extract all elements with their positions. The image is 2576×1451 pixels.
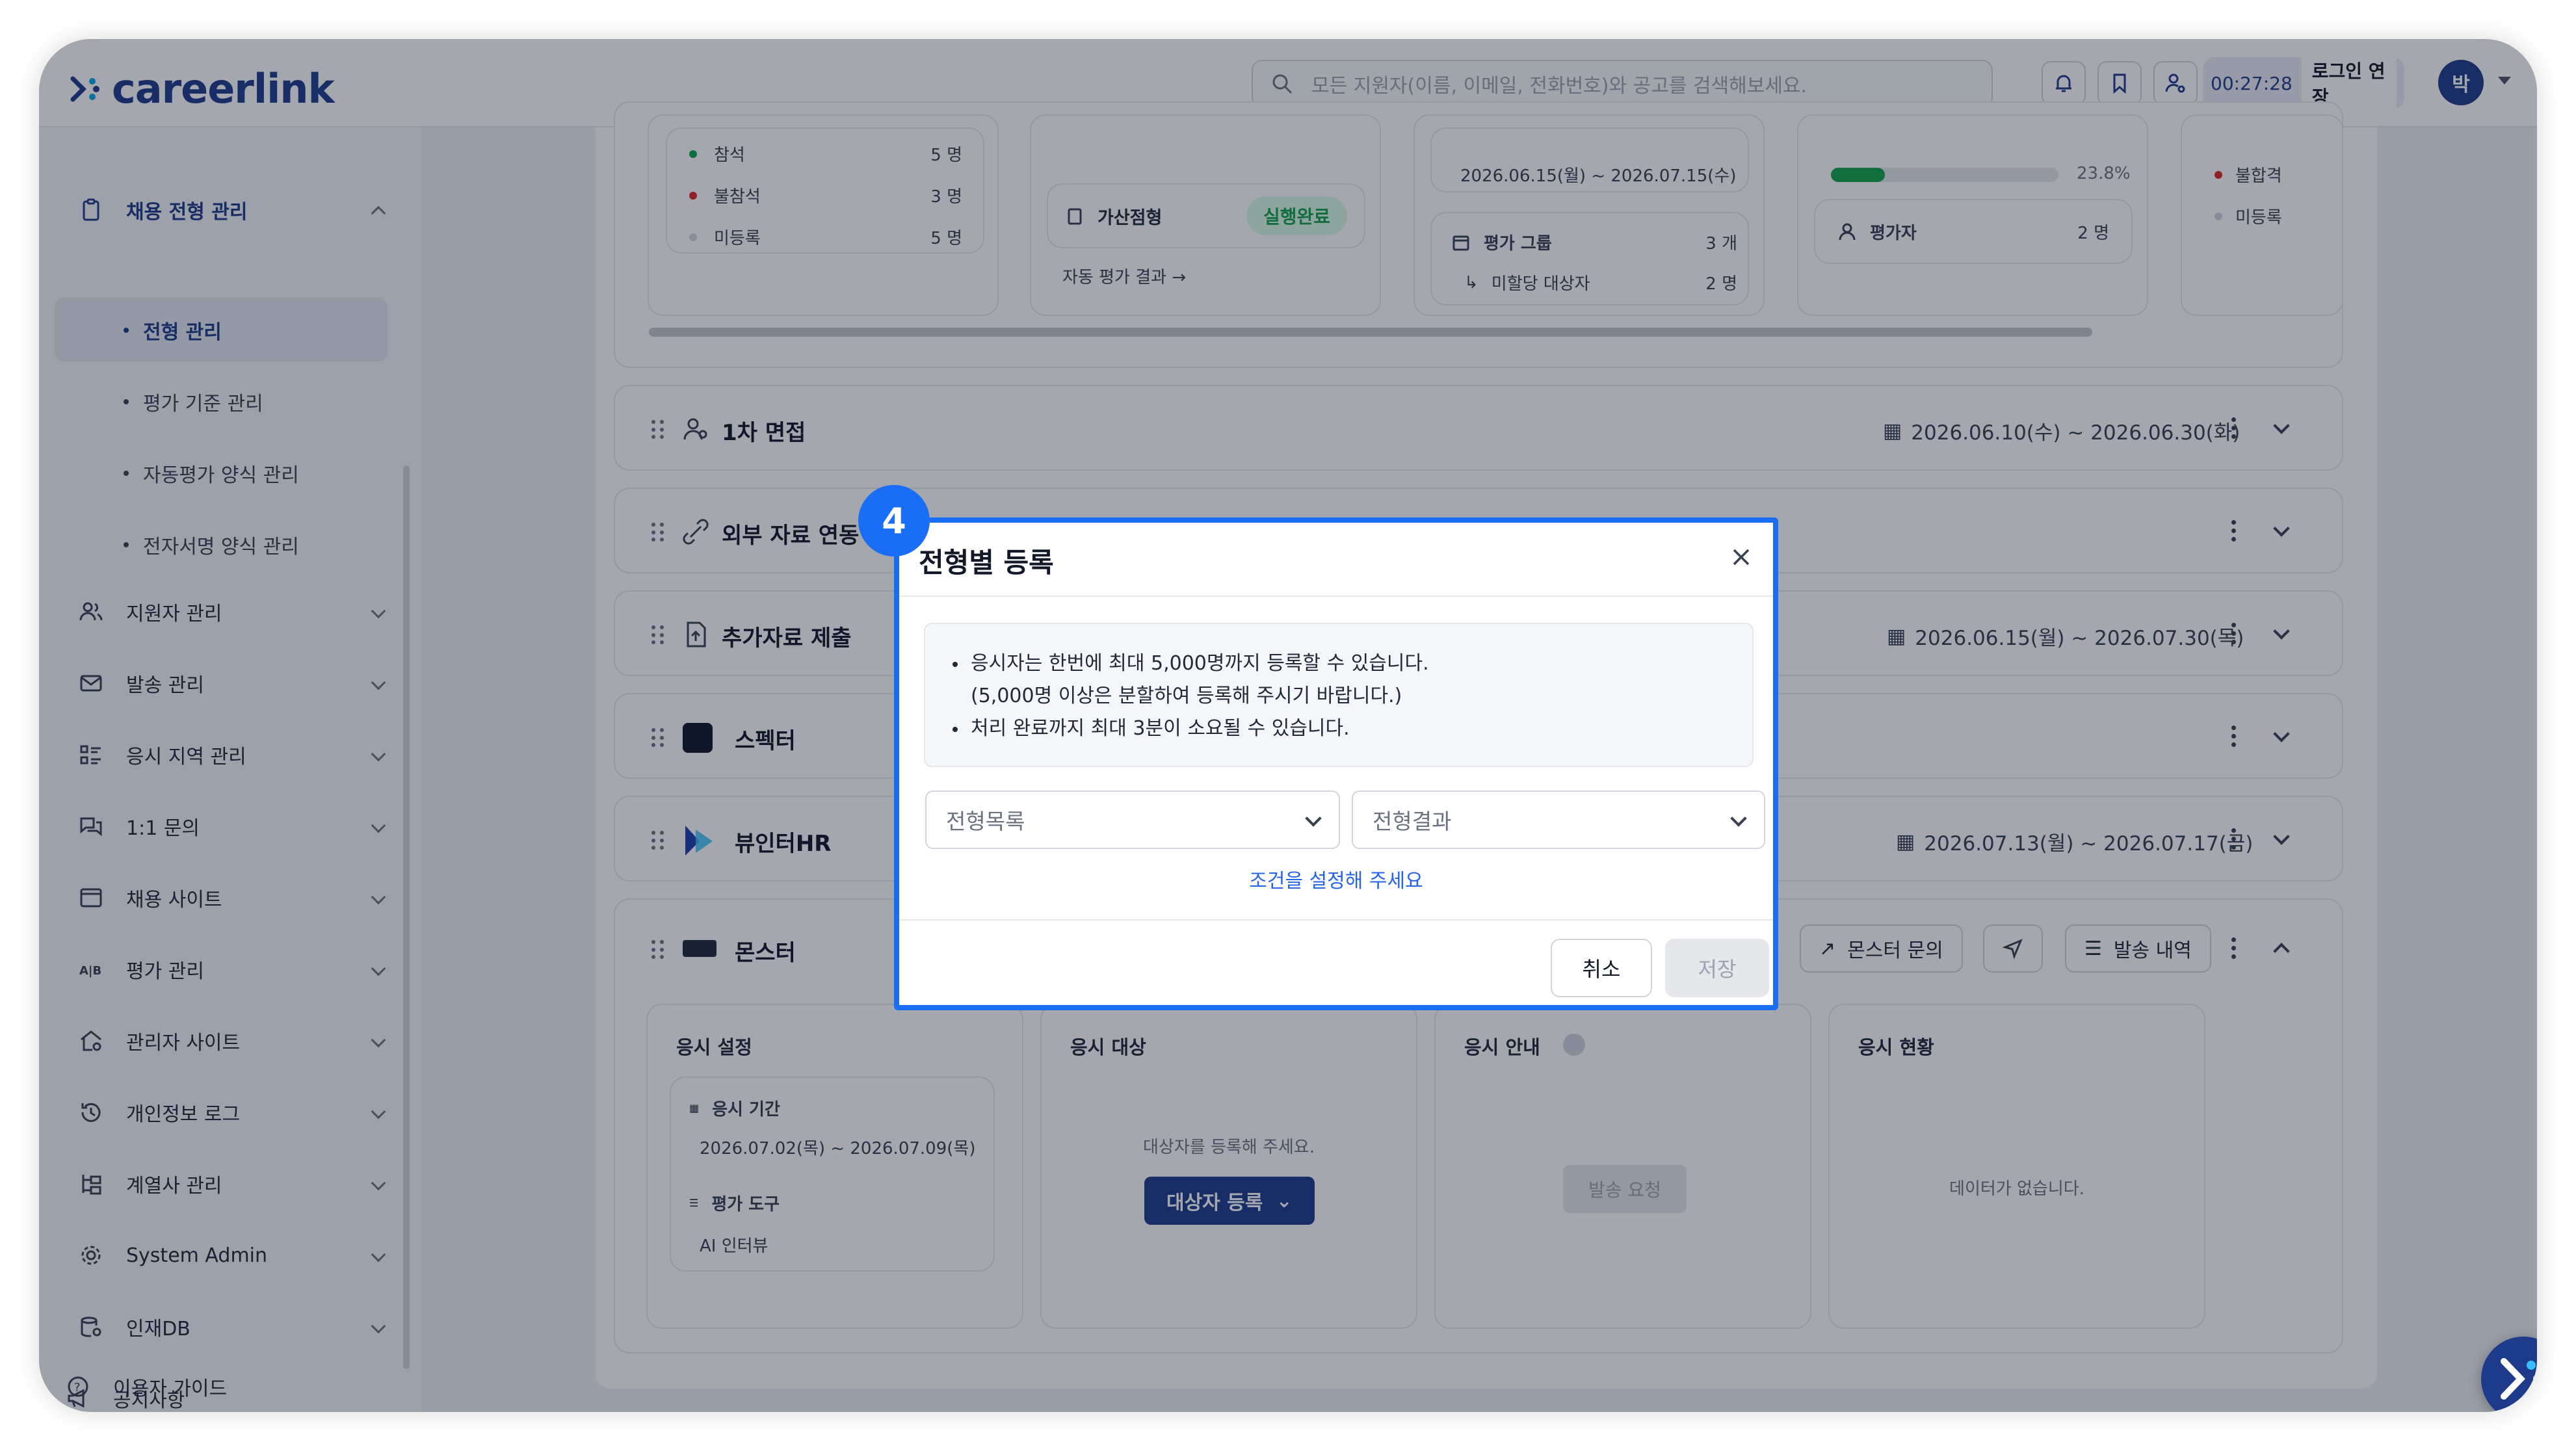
step-badge: 4 (858, 485, 930, 556)
stage-register-modal: 전형별 등록 응시자는 한번에 최대 5,000명까지 등록할 수 있습니다. … (894, 517, 1778, 1010)
info-line: (5,000명 이상은 분할하여 등록해 주시기 바랍니다.) (953, 680, 1725, 712)
modal-info-box: 응시자는 한번에 최대 5,000명까지 등록할 수 있습니다. (5,000명… (924, 623, 1754, 767)
condition-hint: 조건을 설정해 주세요 (1249, 870, 1423, 893)
stage-list-select[interactable]: 전형목록 (925, 791, 1340, 849)
cancel-button[interactable]: 취소 (1551, 939, 1652, 997)
app-window: careerlink 모든 지원자(이름, 이메일, 전화번호)와 공고를 검색… (39, 39, 2537, 1412)
info-line: 처리 완료까지 최대 3분이 소요될 수 있습니다. (953, 712, 1725, 745)
bullet-icon (953, 727, 958, 732)
divider (899, 919, 1773, 921)
save-button[interactable]: 저장 (1665, 939, 1769, 997)
info-text: (5,000명 이상은 분할하여 등록해 주시기 바랍니다.) (971, 685, 1402, 707)
select-placeholder: 전형목록 (946, 809, 1025, 834)
close-icon[interactable] (1729, 545, 1754, 569)
modal-title: 전형별 등록 (919, 547, 1054, 579)
info-text: 응시자는 한번에 최대 5,000명까지 등록할 수 있습니다. (971, 652, 1429, 675)
divider (899, 595, 1773, 597)
chevron-down-icon (1305, 810, 1322, 827)
info-line: 응시자는 한번에 최대 5,000명까지 등록할 수 있습니다. (953, 647, 1725, 680)
select-placeholder: 전형결과 (1373, 809, 1452, 834)
chevron-down-icon (1730, 810, 1747, 827)
assistant-logo-icon (2501, 1358, 2537, 1400)
bullet-icon (953, 662, 958, 667)
info-text: 처리 완료까지 최대 3분이 소요될 수 있습니다. (971, 717, 1350, 740)
stage-result-select[interactable]: 전형결과 (1352, 791, 1765, 849)
